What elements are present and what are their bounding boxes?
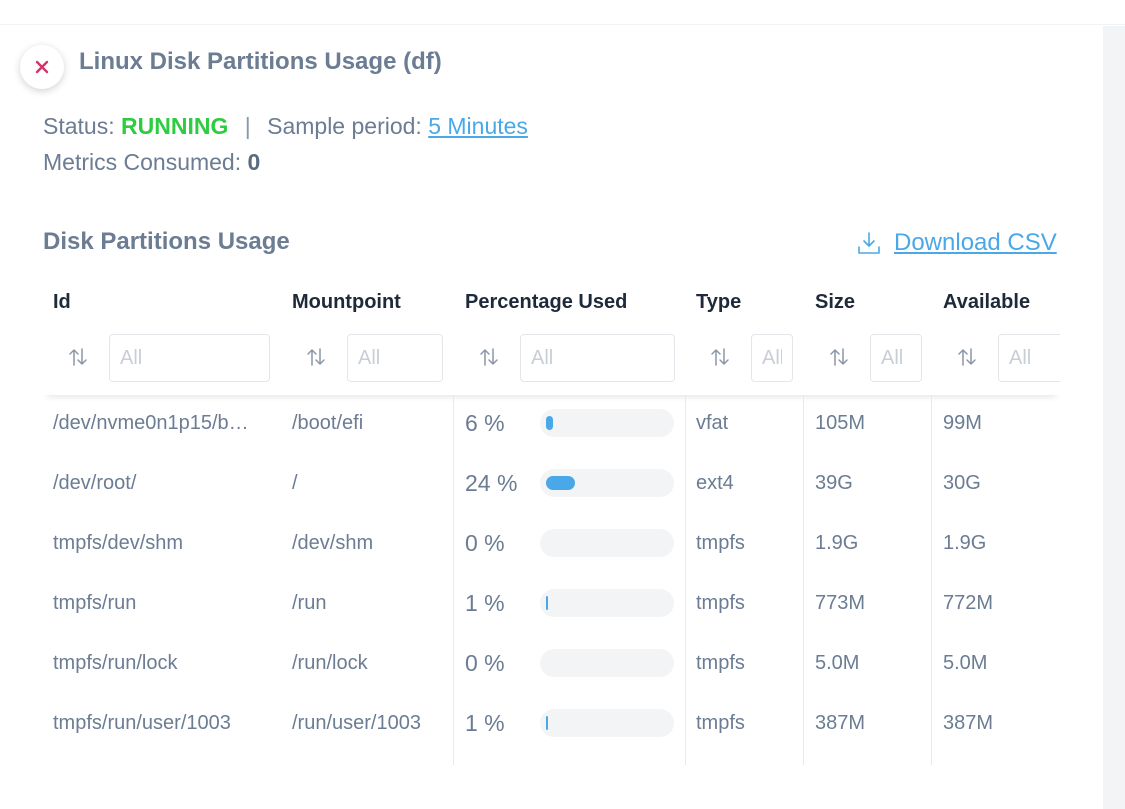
column-header-available[interactable]: Available	[943, 291, 1030, 314]
status-label: Status:	[43, 113, 115, 139]
cell-mountpoint: /run/user/1003	[292, 712, 421, 734]
usage-bar	[540, 469, 674, 497]
column-header-size[interactable]: Size	[815, 291, 855, 314]
cell-type: tmpfs	[696, 592, 745, 614]
usage-bar	[540, 589, 674, 617]
cell-size: 773M	[815, 592, 866, 614]
status-line: Status: RUNNING | Sample period: 5 Minut…	[43, 113, 528, 140]
cell-mountpoint: /dev/shm	[292, 532, 374, 554]
filter-input-id[interactable]	[109, 334, 270, 382]
cell-percentage-used: 6 %	[465, 410, 505, 436]
column-header-id[interactable]: Id	[53, 291, 71, 314]
cell-type: vfat	[696, 412, 729, 434]
sort-arrows-icon[interactable]	[67, 346, 89, 368]
download-csv-label: Download CSV	[894, 229, 1057, 256]
metrics-value: 0	[247, 149, 261, 175]
download-icon	[858, 232, 880, 254]
sample-period-link[interactable]: 5 Minutes	[428, 113, 528, 139]
table-row[interactable]: tmpfs/dev/shm /dev/shm 0 % tmpfs 1.9G 1.…	[43, 513, 1060, 573]
table-row[interactable]: /dev/root/ / 24 % ext4 39G 30G	[43, 453, 1060, 513]
cell-mountpoint: /run	[292, 592, 327, 614]
usage-bar	[540, 709, 674, 737]
cell-id: tmpfs/run/lock	[53, 652, 178, 674]
column-header-type[interactable]: Type	[696, 291, 741, 314]
cell-available: 772M	[943, 592, 994, 614]
filter-input-percentage-used[interactable]	[520, 334, 675, 382]
filter-input-type[interactable]	[751, 334, 793, 382]
cell-type: tmpfs	[696, 712, 745, 734]
usage-bar-fill	[546, 716, 548, 730]
cell-percentage-used: 1 %	[465, 590, 505, 616]
cell-size: 1.9G	[815, 532, 859, 554]
top-bar	[0, 0, 1125, 25]
usage-bar-fill	[546, 596, 548, 610]
cell-id: /dev/nvme0n1p15/b…	[53, 412, 249, 434]
table-header: Id Mountpoint Percentage Used Type Size …	[43, 275, 1060, 395]
cell-available: 1.9G	[943, 532, 987, 554]
cell-size: 387M	[815, 712, 866, 734]
cell-available: 30G	[943, 472, 981, 494]
status-separator: |	[244, 113, 251, 139]
cell-available: 387M	[943, 712, 994, 734]
cell-size: 39G	[815, 472, 853, 494]
filter-input-available[interactable]	[998, 334, 1060, 382]
cell-mountpoint: /	[292, 472, 298, 494]
table-row[interactable]: /dev/nvme0n1p15/b… /boot/efi 6 % vfat 10…	[43, 393, 1060, 453]
status-value: RUNNING	[121, 113, 229, 139]
usage-bar-fill	[546, 476, 575, 490]
usage-bar	[540, 409, 674, 437]
download-csv-button[interactable]: Download CSV	[856, 228, 1057, 258]
sort-arrows-icon[interactable]	[828, 346, 850, 368]
sort-arrows-icon[interactable]	[709, 346, 731, 368]
column-header-mountpoint[interactable]: Mountpoint	[292, 291, 401, 314]
panel-title: Linux Disk Partitions Usage (df)	[79, 48, 442, 75]
close-button[interactable]	[20, 45, 64, 89]
cell-percentage-used: 0 %	[465, 530, 505, 556]
cell-type: tmpfs	[696, 652, 745, 674]
sort-arrows-icon[interactable]	[305, 346, 327, 368]
filter-input-size[interactable]	[870, 334, 922, 382]
partitions-table: Id Mountpoint Percentage Used Type Size …	[43, 275, 1060, 765]
cell-mountpoint: /boot/efi	[292, 412, 364, 434]
cell-percentage-used: 1 %	[465, 710, 505, 736]
usage-bar	[540, 649, 674, 677]
column-header-percentage-used[interactable]: Percentage Used	[465, 291, 627, 314]
section-title: Disk Partitions Usage	[43, 228, 290, 255]
cell-id: /dev/root/	[53, 472, 137, 494]
metrics-line: Metrics Consumed: 0	[43, 149, 260, 176]
filter-input-mountpoint[interactable]	[347, 334, 443, 382]
cell-mountpoint: /run/lock	[292, 652, 368, 674]
cell-available: 99M	[943, 412, 982, 434]
table-row[interactable]: tmpfs/run/user/1003 /run/user/1003 1 % t…	[43, 693, 1060, 753]
cell-available: 5.0M	[943, 652, 988, 674]
cell-size: 105M	[815, 412, 866, 434]
sample-period-label: Sample period:	[267, 113, 422, 139]
scrollbar-track[interactable]	[1103, 26, 1125, 809]
usage-bar-fill	[546, 416, 553, 430]
usage-bar	[540, 529, 674, 557]
metrics-label: Metrics Consumed:	[43, 149, 242, 175]
cell-type: tmpfs	[696, 532, 745, 554]
cell-id: tmpfs/dev/shm	[53, 532, 184, 554]
cell-id: tmpfs/run/user/1003	[53, 712, 231, 734]
cell-id: tmpfs/run	[53, 592, 137, 614]
cell-size: 5.0M	[815, 652, 860, 674]
close-icon	[35, 60, 49, 74]
table-row[interactable]: tmpfs/run /run 1 % tmpfs 773M 772M	[43, 573, 1060, 633]
table-row[interactable]: tmpfs/run/lock /run/lock 0 % tmpfs 5.0M …	[43, 633, 1060, 693]
sort-arrows-icon[interactable]	[478, 346, 500, 368]
sort-arrows-icon[interactable]	[956, 346, 978, 368]
cell-type: ext4	[696, 472, 734, 494]
cell-percentage-used: 0 %	[465, 650, 505, 676]
cell-percentage-used: 24 %	[465, 470, 518, 496]
